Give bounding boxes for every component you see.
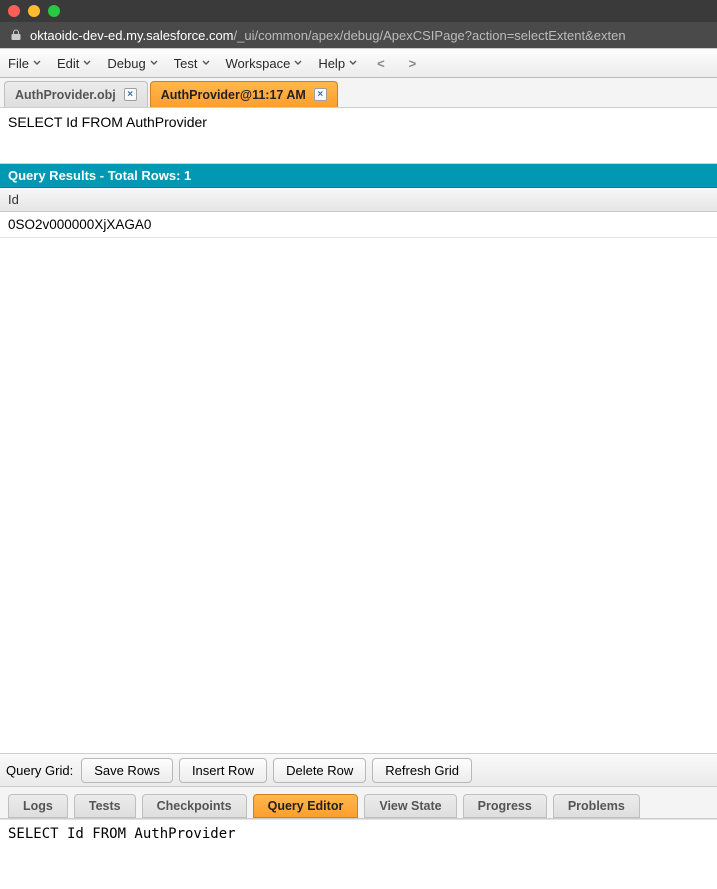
window-maximize-button[interactable]	[48, 5, 60, 17]
file-tab-authprovider-obj[interactable]: AuthProvider.obj ×	[4, 81, 148, 107]
table-row[interactable]: 0SO2v000000XjXAGA0	[0, 212, 717, 238]
bottom-panel-tabs: Logs Tests Checkpoints Query Editor View…	[0, 787, 717, 819]
results-grid[interactable]: 0SO2v000000XjXAGA0	[0, 212, 717, 753]
file-tab-authprovider-query[interactable]: AuthProvider@11:17 AM ×	[150, 81, 338, 107]
menu-edit[interactable]: Edit	[57, 56, 91, 71]
url-path: /_ui/common/apex/debug/ApexCSIPage?actio…	[234, 28, 626, 43]
main-panel: SELECT Id FROM AuthProvider Query Result…	[0, 108, 717, 889]
menu-bar: File Edit Debug Test Workspace Help < >	[0, 48, 717, 78]
lock-icon	[10, 29, 22, 41]
query-grid-label: Query Grid:	[6, 763, 73, 778]
close-icon[interactable]: ×	[124, 88, 137, 101]
menu-test[interactable]: Test	[174, 56, 210, 71]
url-domain: oktaoidc-dev-ed.my.salesforce.com	[30, 28, 234, 43]
refresh-grid-button[interactable]: Refresh Grid	[372, 758, 472, 783]
query-grid-toolbar: Query Grid: Save Rows Insert Row Delete …	[0, 753, 717, 787]
window-titlebar	[0, 0, 717, 22]
column-header-id[interactable]: Id	[0, 188, 717, 212]
tab-problems[interactable]: Problems	[553, 794, 640, 818]
nav-forward-button[interactable]: >	[405, 56, 421, 71]
menu-help[interactable]: Help	[318, 56, 357, 71]
tab-tests[interactable]: Tests	[74, 794, 136, 818]
file-tabs: AuthProvider.obj × AuthProvider@11:17 AM…	[0, 78, 717, 108]
window-minimize-button[interactable]	[28, 5, 40, 17]
tab-view-state[interactable]: View State	[364, 794, 456, 818]
tab-progress[interactable]: Progress	[463, 794, 547, 818]
tab-checkpoints[interactable]: Checkpoints	[142, 794, 247, 818]
traffic-lights	[8, 5, 60, 17]
delete-row-button[interactable]: Delete Row	[273, 758, 366, 783]
close-icon[interactable]: ×	[314, 88, 327, 101]
insert-row-button[interactable]: Insert Row	[179, 758, 267, 783]
window-close-button[interactable]	[8, 5, 20, 17]
save-rows-button[interactable]: Save Rows	[81, 758, 173, 783]
executed-query-text: SELECT Id FROM AuthProvider	[0, 108, 717, 164]
menu-file[interactable]: File	[8, 56, 41, 71]
file-tab-label: AuthProvider@11:17 AM	[161, 88, 306, 102]
tab-query-editor[interactable]: Query Editor	[253, 794, 359, 818]
browser-url-bar[interactable]: oktaoidc-dev-ed.my.salesforce.com/_ui/co…	[0, 22, 717, 48]
query-editor-textarea[interactable]: SELECT Id FROM AuthProvider	[0, 819, 717, 889]
nav-back-button[interactable]: <	[373, 56, 389, 71]
file-tab-label: AuthProvider.obj	[15, 88, 116, 102]
menu-debug[interactable]: Debug	[107, 56, 157, 71]
menu-workspace[interactable]: Workspace	[226, 56, 303, 71]
cell-id: 0SO2v000000XjXAGA0	[8, 217, 151, 232]
tab-logs[interactable]: Logs	[8, 794, 68, 818]
results-header: Query Results - Total Rows: 1	[0, 164, 717, 188]
